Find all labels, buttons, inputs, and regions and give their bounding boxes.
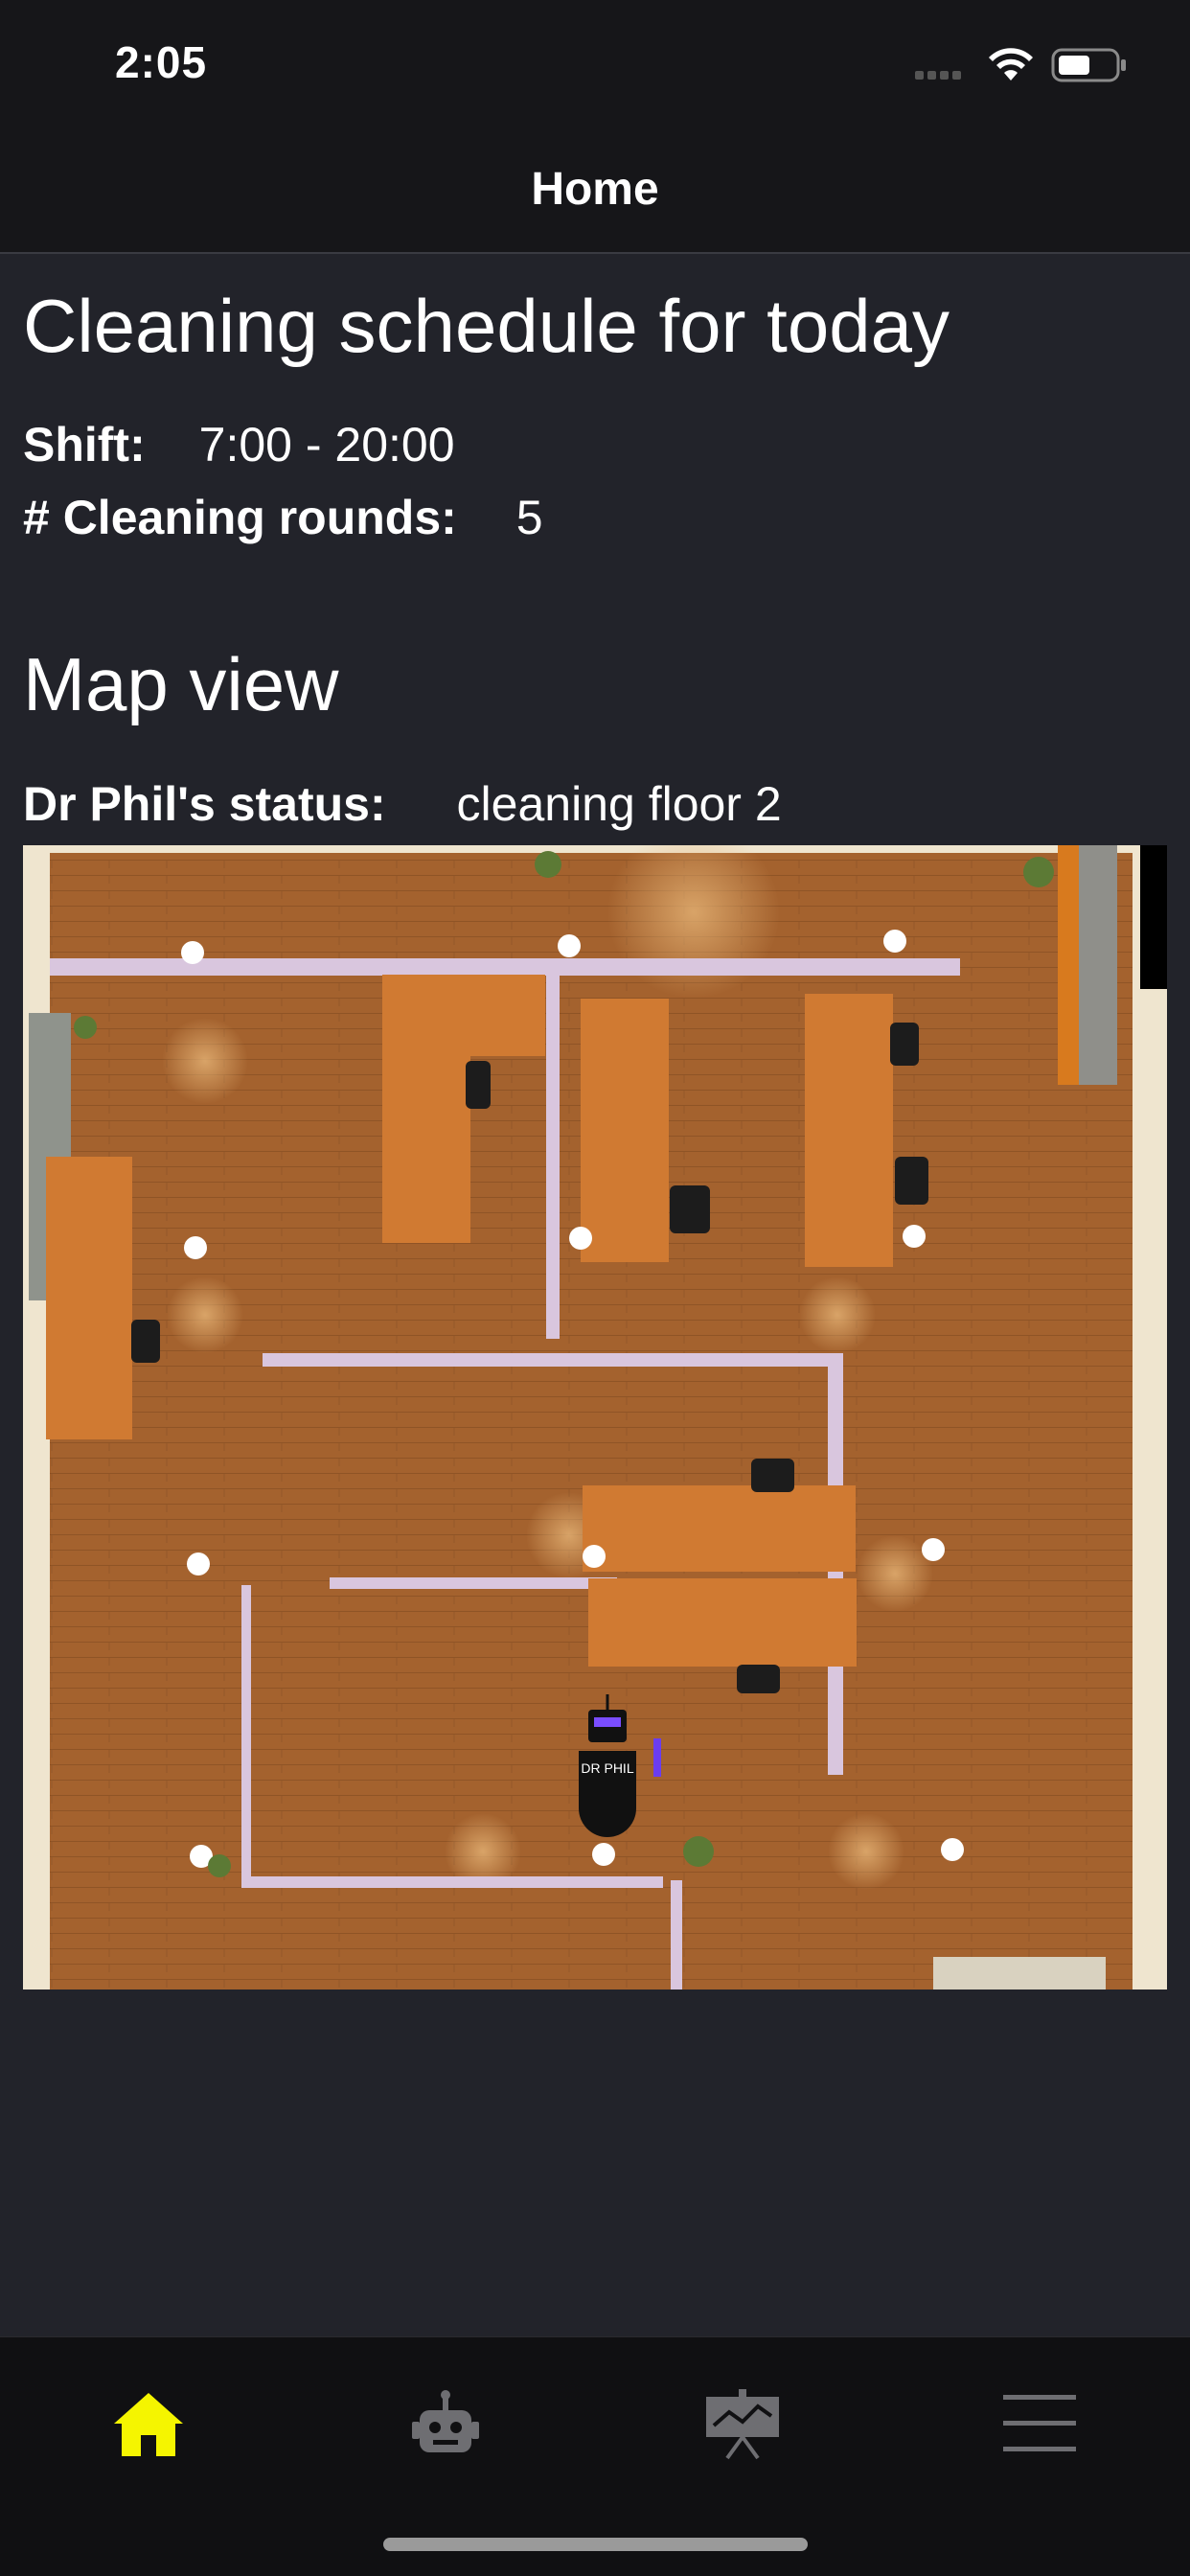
map-heading: Map view — [23, 642, 339, 726]
shift-label: Shift: — [23, 418, 146, 472]
wifi-icon — [989, 48, 1033, 80]
robot-icon — [412, 2390, 479, 2452]
status-time: 2:05 — [115, 37, 208, 87]
rounds-label: # Cleaning rounds: — [23, 491, 457, 544]
schedule-heading: Cleaning schedule for today — [23, 284, 950, 368]
floor-map[interactable]: DR PHIL — [23, 845, 1167, 1990]
home-indicator[interactable] — [383, 2538, 808, 2551]
tab-statistics[interactable] — [690, 2376, 795, 2472]
robot-status-value: cleaning floor 2 — [456, 777, 782, 831]
status-bar: 2:05 — [0, 0, 1190, 134]
tab-home[interactable] — [96, 2376, 201, 2472]
robot-status-row: Dr Phil's status: cleaning floor 2 — [23, 776, 782, 832]
navigation-bar: Home — [0, 134, 1190, 254]
tab-robot[interactable] — [393, 2376, 498, 2472]
tab-menu[interactable] — [987, 2376, 1092, 2472]
presentation-chart-icon — [706, 2389, 779, 2460]
cellular-signal-icon — [915, 67, 971, 80]
robot-status-label: Dr Phil's status: — [23, 777, 386, 831]
robot-label: DR PHIL — [581, 1760, 633, 1776]
shift-row: Shift: 7:00 - 20:00 — [23, 417, 455, 472]
floor-map-image: DR PHIL — [23, 845, 1167, 1990]
battery-icon — [1051, 48, 1126, 82]
shift-value: 7:00 - 20:00 — [198, 418, 455, 472]
menu-icon — [1003, 2395, 1076, 2451]
rounds-value: 5 — [515, 491, 543, 544]
home-icon — [114, 2393, 183, 2456]
rounds-row: # Cleaning rounds: 5 — [23, 490, 543, 545]
page-title: Home — [531, 164, 659, 215]
